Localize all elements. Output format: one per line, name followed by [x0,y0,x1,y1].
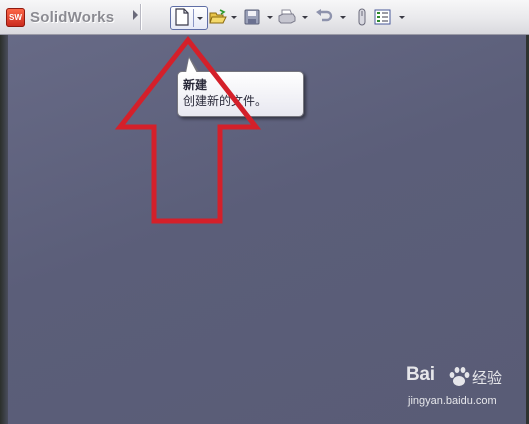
watermark-brand: Bai [406,364,435,385]
baidu-watermark: Bai 经验 jingyan.baidu.com [406,364,516,416]
watermark-url: jingyan.baidu.com [408,395,497,407]
watermark-suffix: 经验 [472,369,503,387]
annotation-up-arrow-icon [114,35,262,224]
baidu-paw-icon [449,367,470,386]
